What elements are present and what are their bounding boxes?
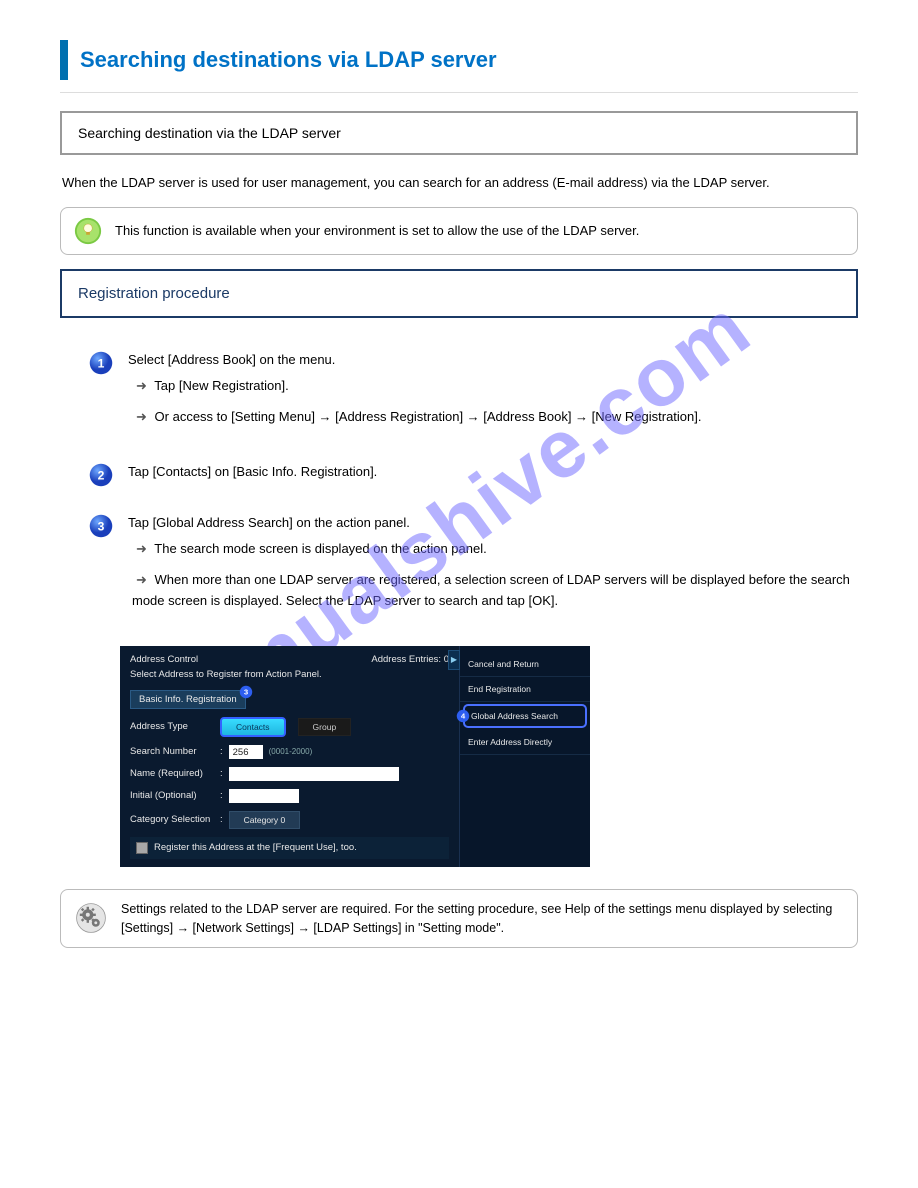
step-3-line-3: When more than one LDAP server are regis… (132, 572, 850, 608)
sc-entries: Address Entries: 0 (371, 654, 449, 665)
sc-btn-contacts[interactable]: Contacts (220, 717, 286, 737)
panel-collapse-toggle[interactable]: ▶ (448, 650, 460, 670)
arrow-icon: ➜ (136, 409, 147, 424)
device-screenshot: Address Control Address Entries: 0 Selec… (120, 646, 590, 867)
sc-btn-category[interactable]: Category 0 (229, 811, 301, 829)
sc-btn-group[interactable]: Group (298, 718, 352, 736)
sc-subtitle: Select Address to Register from Action P… (130, 669, 449, 680)
step-3-line-1: Tap [Global Address Search] on the actio… (128, 513, 858, 534)
intro-paragraph: When the LDAP server is used for user ma… (62, 173, 856, 193)
sc-checkbox-frequent[interactable] (136, 842, 148, 854)
gear-icon (75, 902, 107, 934)
action-global-address-search[interactable]: 4 Global Address Search (463, 704, 587, 728)
step-number-icon: 3 (88, 513, 114, 539)
sc-label-initial: Initial (Optional) (130, 790, 214, 801)
step-2: 2 Tap [Contacts] on [Basic Info. Registr… (88, 462, 858, 489)
step-3: 3 Tap [Global Address Search] on the act… (88, 513, 858, 622)
step-1-line-2: Tap [New Registration]. (154, 378, 288, 393)
svg-text:2: 2 (98, 468, 105, 482)
arrow-icon: ➜ (136, 378, 147, 393)
step-2-line-1: Tap [Contacts] on [Basic Info. Registrat… (128, 462, 858, 483)
callout-badge-3-icon: 3 (239, 685, 253, 699)
sc-label-category: Category Selection (130, 814, 214, 825)
arrow-icon: ➜ (136, 572, 147, 587)
settings-note-text: Settings related to the LDAP server are … (121, 900, 843, 938)
sc-title: Address Control (130, 654, 198, 665)
svg-text:4: 4 (461, 711, 466, 720)
sc-label-address-type: Address Type (130, 721, 214, 732)
sc-hint-range: (0001-2000) (269, 747, 313, 756)
sc-checkbox-label: Register this Address at the [Frequent U… (154, 842, 357, 853)
title-accent-bar (60, 40, 68, 80)
lightbulb-tip-icon (73, 216, 103, 246)
step-number-icon: 1 (88, 350, 114, 376)
svg-text:3: 3 (244, 687, 249, 696)
settings-note-box: Settings related to the LDAP server are … (60, 889, 858, 949)
svg-text:3: 3 (98, 519, 105, 533)
step-1: 1 Select [Address Book] on the menu. ➜ T… (88, 350, 858, 438)
arrow-icon: ➜ (136, 541, 147, 556)
tip-text: This function is available when your env… (115, 223, 639, 238)
step-3-line-2: The search mode screen is displayed on t… (154, 541, 486, 556)
sc-input-initial[interactable] (229, 789, 299, 803)
page-title: Searching destinations via LDAP server (80, 47, 497, 73)
sc-label-search-number: Search Number (130, 746, 214, 757)
sc-label-name: Name (Required) (130, 768, 214, 779)
sc-tab-basic-info[interactable]: Basic Info. Registration 3 (130, 690, 246, 709)
step-1-line-3: Or access to [Setting Menu] → [Address R… (155, 409, 702, 424)
sc-input-name[interactable] (229, 767, 399, 781)
step-1-line-1: Select [Address Book] on the menu. (128, 350, 858, 371)
action-cancel-return[interactable]: Cancel and Return (460, 652, 590, 677)
sc-input-search-number[interactable]: 256 (229, 745, 263, 759)
svg-text:1: 1 (98, 356, 105, 370)
section-label-box: Searching destination via the LDAP serve… (60, 111, 858, 155)
callout-badge-4-icon: 4 (456, 709, 470, 723)
tip-box: This function is available when your env… (60, 207, 858, 255)
step-number-icon: 2 (88, 462, 114, 488)
action-end-registration[interactable]: End Registration (460, 677, 590, 702)
procedure-heading-box: Registration procedure (60, 269, 858, 318)
action-enter-address-directly[interactable]: Enter Address Directly (460, 730, 590, 755)
title-bar: Searching destinations via LDAP server (60, 40, 858, 80)
title-divider (60, 92, 858, 93)
